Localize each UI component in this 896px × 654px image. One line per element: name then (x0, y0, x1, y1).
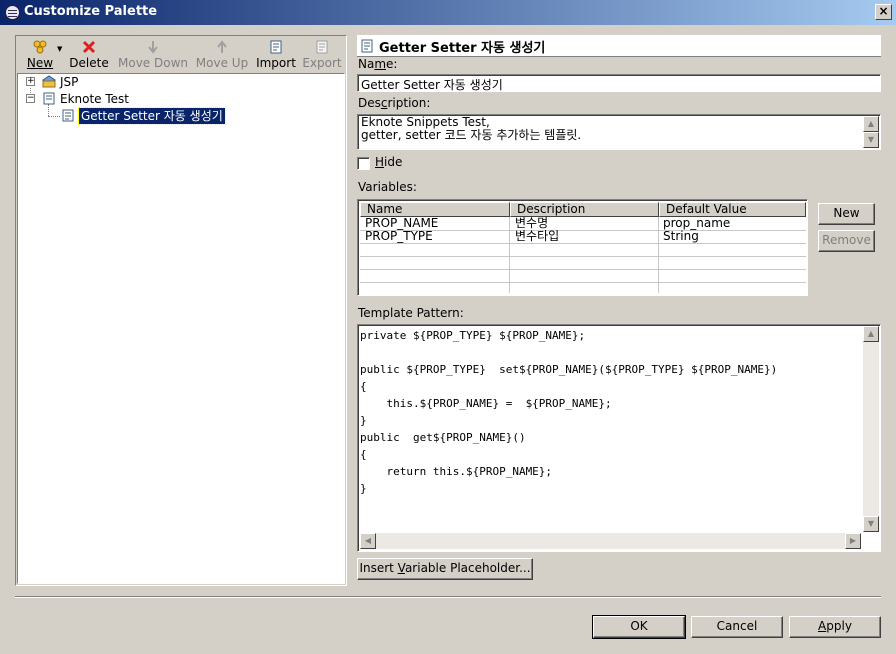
move-down-label: Move Down (118, 56, 188, 70)
grid-line (360, 282, 806, 283)
hide-label: Hide (375, 155, 403, 169)
move-up-label: Move Up (195, 56, 249, 70)
eclipse-icon (5, 5, 20, 20)
tree-item-getter-setter[interactable]: Getter Setter 자동 생성기 (18, 107, 346, 125)
scroll-left-arrow-icon[interactable]: ◀ (360, 533, 376, 549)
import-button[interactable]: Import (255, 39, 297, 73)
column-header-description[interactable]: Description (510, 202, 659, 217)
delete-button[interactable]: Delete (69, 39, 109, 73)
template-icon (62, 109, 74, 122)
scroll-up-arrow-icon[interactable]: ▲ (863, 116, 879, 132)
column-header-name[interactable]: Name (360, 202, 510, 217)
tree-item-label: Getter Setter 자동 생성기 (78, 107, 226, 125)
arrow-up-icon (217, 40, 227, 53)
code-line: public ${PROP_TYPE} set${PROP_NAME}(${PR… (360, 363, 778, 376)
delete-label: Delete (69, 56, 109, 70)
export-label: Export (302, 56, 342, 70)
name-field[interactable]: Getter Setter 자동 생성기 (357, 74, 881, 92)
new-dropdown-arrow-icon[interactable]: ▼ (57, 45, 62, 53)
code-line: } (360, 482, 367, 495)
footer-separator (15, 596, 881, 598)
export-icon (316, 40, 328, 54)
template-horizontal-scrollbar[interactable]: ◀ ▶ (360, 533, 861, 549)
move-up-button[interactable]: Move Up (195, 39, 249, 73)
hide-checkbox[interactable] (357, 157, 370, 170)
template-vertical-scrollbar[interactable]: ▲ ▼ (863, 326, 879, 532)
new-label: New (26, 56, 54, 70)
new-icon (33, 40, 47, 54)
name-label: Name: (358, 57, 398, 71)
tree-item-label: Eknote Test (60, 92, 130, 106)
code-line: { (360, 448, 367, 461)
code-line: { (360, 380, 367, 393)
new-button[interactable]: New ▼ (19, 39, 62, 73)
palette-panel: New ▼ Delete Move Down Move Up Import Ex… (15, 35, 347, 586)
apply-button[interactable]: Apply (789, 616, 881, 638)
description-text: Eknote Snippets Test, getter, setter 코드 … (361, 115, 582, 142)
delete-icon (82, 40, 96, 54)
move-down-button[interactable]: Move Down (117, 39, 189, 73)
column-header-default-value[interactable]: Default Value (659, 202, 806, 217)
code-line: public get${PROP_NAME}() (360, 431, 526, 444)
scroll-right-arrow-icon[interactable]: ▶ (845, 533, 861, 549)
scroll-down-arrow-icon[interactable]: ▼ (863, 516, 879, 532)
variables-label: Variables: (358, 180, 417, 194)
drawer-icon (43, 92, 55, 105)
expand-plus-icon[interactable]: + (26, 77, 35, 86)
editor-title: Getter Setter 자동 생성기 (379, 41, 546, 56)
scroll-down-arrow-icon[interactable]: ▼ (863, 132, 879, 148)
code-line: private ${PROP_TYPE} ${PROP_NAME}; (360, 329, 586, 342)
grid-line (360, 243, 806, 244)
description-label: Description: (358, 96, 431, 110)
remove-variable-button[interactable]: Remove (818, 230, 875, 252)
cell-default-value: String (663, 229, 699, 243)
cell-name: PROP_TYPE (365, 229, 433, 243)
variables-table[interactable]: Name Description Default Value PROP_NAME… (357, 199, 808, 296)
code-line: this.${PROP_NAME} = ${PROP_NAME}; (360, 397, 612, 410)
cancel-button[interactable]: Cancel (691, 616, 783, 638)
template-icon (361, 39, 373, 53)
tree-item-eknote-test[interactable]: − Eknote Test (18, 91, 346, 107)
scroll-up-arrow-icon[interactable]: ▲ (863, 326, 879, 342)
drawer-icon (42, 75, 56, 88)
import-icon (270, 40, 282, 54)
description-field[interactable]: Eknote Snippets Test, getter, setter 코드 … (357, 114, 881, 150)
grid-line (360, 256, 806, 257)
export-button[interactable]: Export (301, 39, 343, 73)
palette-toolbar: New ▼ Delete Move Down Move Up Import Ex… (17, 37, 345, 73)
code-line: } (360, 414, 367, 427)
palette-tree[interactable]: + JSP − Eknote Test Getter Setter 자동 생성기 (17, 73, 345, 584)
template-pattern-label: Template Pattern: (358, 306, 464, 320)
new-variable-button[interactable]: New (818, 203, 875, 225)
cell-description: 변수타입 (515, 229, 560, 243)
grid-line (360, 269, 806, 270)
tree-item-jsp[interactable]: + JSP (18, 74, 346, 90)
insert-variable-placeholder-button[interactable]: Insert Variable Placeholder... (357, 558, 533, 580)
title-bar: Customize Palette × (0, 0, 896, 25)
tree-item-label: JSP (60, 75, 79, 89)
code-line: return this.${PROP_NAME}; (360, 465, 553, 478)
collapse-minus-icon[interactable]: − (26, 94, 35, 103)
window-title: Customize Palette (24, 4, 158, 19)
arrow-down-icon (148, 41, 158, 54)
description-scrollbar[interactable]: ▲ ▼ (863, 116, 879, 148)
editor-header: Getter Setter 자동 생성기 (357, 35, 881, 57)
import-label: Import (256, 56, 296, 70)
close-button[interactable]: × (875, 4, 892, 20)
template-pattern-editor[interactable]: private ${PROP_TYPE} ${PROP_NAME}; publi… (357, 324, 881, 552)
ok-button[interactable]: OK (592, 615, 686, 639)
